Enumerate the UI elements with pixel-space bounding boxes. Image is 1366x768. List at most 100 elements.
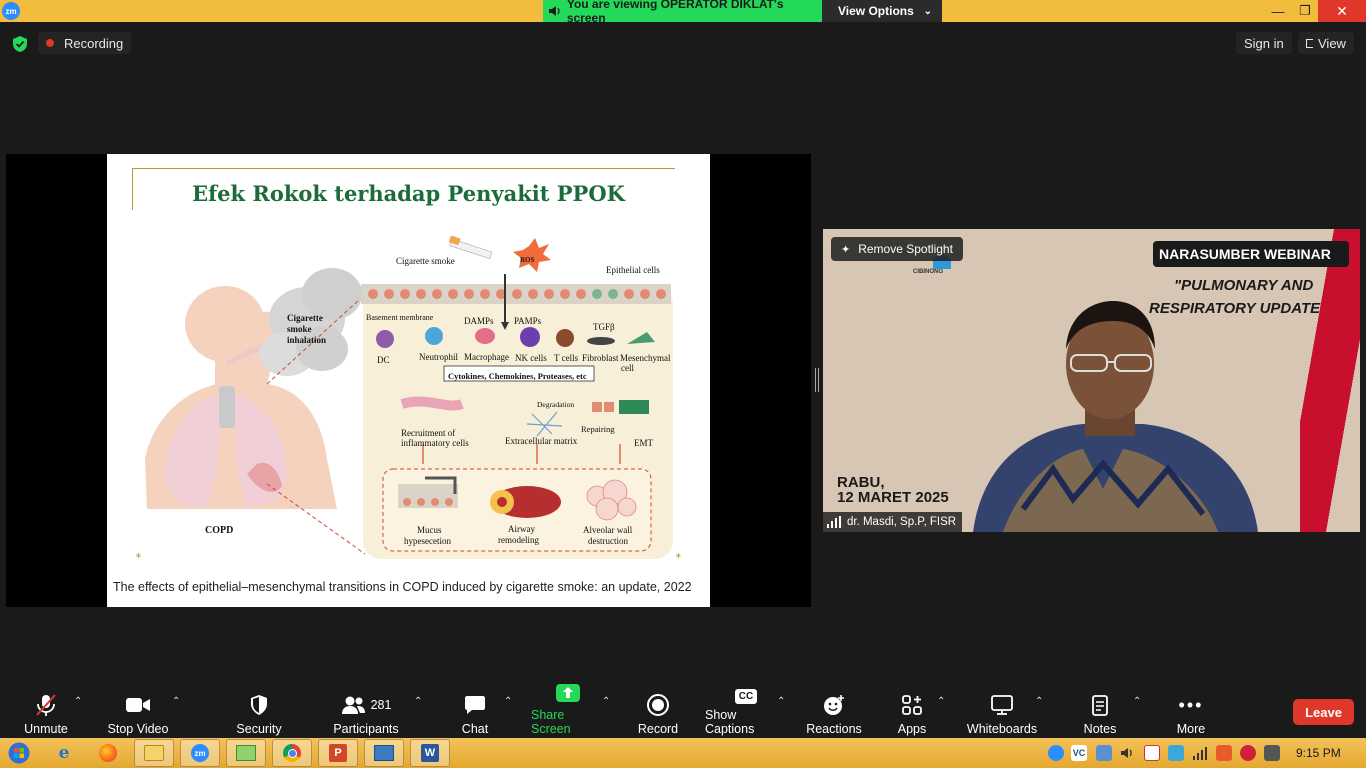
microphone-muted-icon	[35, 692, 57, 718]
share-options-caret[interactable]: ⌃	[602, 696, 610, 707]
tray-wifi-icon[interactable]	[1192, 745, 1208, 761]
taskbar-file-explorer[interactable]	[134, 739, 174, 767]
dc-cell	[376, 330, 394, 348]
security-button[interactable]: Security	[233, 688, 285, 736]
logo-text: CIBINONG	[913, 269, 943, 275]
taskbar-photos[interactable]	[226, 739, 266, 767]
label-mucus-1: Mucus	[417, 525, 442, 535]
chevron-down-icon: ⌄	[923, 5, 932, 17]
whiteboards-options-caret[interactable]: ⌃	[1035, 696, 1043, 707]
tray-zoom-icon[interactable]	[1048, 745, 1064, 761]
label-dc: DC	[377, 355, 390, 365]
participants-count: 281	[370, 698, 392, 712]
label-epithelial-cells: Epithelial cells	[606, 265, 660, 275]
meeting-toolbar: Unmute ⌃ Stop Video ⌃ Security 281 Parti…	[0, 682, 1366, 738]
leave-button[interactable]: Leave	[1293, 699, 1354, 725]
remove-spotlight-button[interactable]: ✦ Remove Spotlight	[831, 237, 963, 261]
chat-button[interactable]: Chat	[455, 688, 495, 736]
stop-video-button[interactable]: Stop Video	[106, 688, 170, 736]
t-cell	[556, 329, 574, 347]
reactions-smiley-icon	[823, 692, 845, 718]
recording-indicator[interactable]: Recording	[38, 32, 132, 54]
label-nk-cells: NK cells	[515, 353, 547, 363]
slide-caption: The effects of epithelial–mesenchymal tr…	[113, 580, 692, 594]
apps-options-caret[interactable]: ⌃	[937, 696, 945, 707]
sign-in-button[interactable]: Sign in	[1236, 32, 1292, 54]
notes-button[interactable]: Notes	[1082, 688, 1118, 736]
tray-display-icon[interactable]	[1264, 745, 1280, 761]
share-screen-icon	[556, 684, 580, 704]
tray-app-icon[interactable]	[1216, 745, 1232, 761]
slide-title: Efek Rokok terhadap Penyakit PPOK	[192, 181, 625, 206]
shared-screen[interactable]: Efek Rokok terhadap Penyakit PPOK ∗ ∗ Ci…	[6, 154, 811, 607]
taskbar-chrome[interactable]	[272, 739, 312, 767]
share-screen-button[interactable]: Share Screen	[531, 684, 605, 736]
speaker-video[interactable]: NARASUMBER WEBINAR "PULMONARY AND RESPIR…	[823, 229, 1360, 532]
tray-sync-icon[interactable]	[1168, 745, 1184, 761]
video-options-caret[interactable]: ⌃	[172, 696, 180, 707]
windows-start-icon[interactable]	[8, 742, 30, 764]
taskbar-word[interactable]: W	[410, 739, 450, 767]
panel-splitter-handle[interactable]	[815, 368, 819, 392]
label-cigarette-smoke: Cigarette smoke	[396, 256, 455, 266]
more-button[interactable]: ••• More	[1172, 688, 1210, 737]
show-captions-label: Show Captions	[705, 708, 755, 736]
stop-video-label: Stop Video	[107, 722, 169, 736]
tray-security-icon[interactable]	[1144, 745, 1160, 761]
label-ros: ROS	[520, 256, 535, 264]
apps-button[interactable]: Apps	[896, 688, 928, 736]
signal-strength-icon	[827, 516, 841, 528]
taskbar-powerpoint[interactable]: P	[318, 739, 358, 767]
viewing-screen-indicator: You are viewing OPERATOR DIKLAT's screen	[543, 0, 822, 25]
captions-options-caret[interactable]: ⌃	[777, 696, 785, 707]
taskbar-zoom[interactable]: zm	[180, 739, 220, 767]
tray-vc-icon[interactable]: VC	[1071, 745, 1087, 761]
fibroblast-cell	[587, 337, 615, 345]
taskbar-internet-explorer[interactable]: e	[44, 739, 84, 767]
record-icon	[647, 692, 669, 718]
tray-volume-icon[interactable]	[1120, 745, 1136, 761]
word-icon: W	[421, 744, 439, 762]
participants-label: Participants	[333, 722, 399, 736]
restore-icon[interactable]: ❐	[1290, 0, 1320, 22]
apps-label: Apps	[897, 722, 927, 736]
notes-options-caret[interactable]: ⌃	[1133, 696, 1141, 707]
reactions-button[interactable]: Reactions	[806, 688, 862, 736]
label-extracellular-matrix: Extracellular matrix	[505, 436, 578, 446]
view-options-button[interactable]: View Options ⌄	[822, 0, 942, 22]
chat-bubble-icon	[464, 692, 486, 718]
photos-icon	[236, 745, 256, 761]
audio-options-caret[interactable]: ⌃	[74, 696, 82, 707]
label-damps: DAMPs	[464, 316, 494, 326]
slideshow-icon	[374, 745, 394, 761]
notes-label: Notes	[1083, 722, 1117, 736]
label-basement-membrane: Basement membrane	[366, 313, 434, 322]
internet-explorer-icon: e	[58, 743, 70, 763]
chat-label: Chat	[461, 722, 489, 736]
neutrophil-cell	[425, 327, 443, 345]
share-screen-label: Share Screen	[531, 708, 571, 736]
whiteboard-icon	[990, 692, 1014, 718]
minimize-icon[interactable]: —	[1263, 0, 1293, 22]
unmute-button[interactable]: Unmute	[20, 688, 72, 736]
taskbar-firefox[interactable]	[88, 739, 128, 767]
airway-remodeling-illustration	[490, 486, 561, 518]
view-button[interactable]: View	[1298, 32, 1354, 54]
whiteboards-button[interactable]: Whiteboards	[966, 688, 1038, 736]
encryption-shield-icon[interactable]	[11, 35, 29, 53]
participants-button[interactable]: 281 Participants	[332, 688, 400, 736]
label-recruitment-1: Recruitment of	[401, 428, 456, 438]
record-button[interactable]: Record	[636, 688, 680, 736]
emt-cells	[592, 400, 649, 414]
label-fibroblast: Fibroblast	[582, 353, 619, 363]
show-captions-button[interactable]: CC Show Captions	[705, 688, 787, 736]
tray-record-icon[interactable]	[1240, 745, 1256, 761]
participants-options-caret[interactable]: ⌃	[414, 696, 422, 707]
taskbar-slideshow[interactable]	[364, 739, 404, 767]
powerpoint-icon: P	[329, 744, 347, 762]
tray-network-icon[interactable]	[1096, 745, 1112, 761]
chat-options-caret[interactable]: ⌃	[504, 696, 512, 707]
label-mesenchymal: Mesenchymal	[620, 353, 671, 363]
close-icon[interactable]: ✕	[1318, 0, 1366, 22]
taskbar-clock[interactable]: 9:15 PM	[1296, 746, 1341, 760]
